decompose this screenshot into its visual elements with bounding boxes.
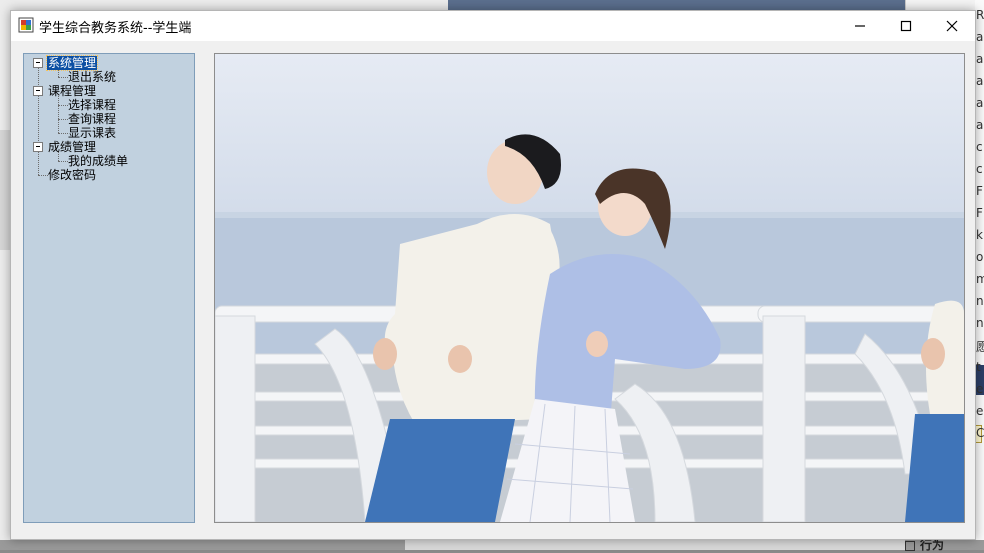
tree-item-exit-system[interactable]: 退出系统 bbox=[67, 70, 117, 84]
tree-item-select-course[interactable]: 选择课程 bbox=[67, 98, 117, 112]
background-letter: F bbox=[976, 206, 983, 220]
photo-picture-box bbox=[214, 53, 965, 523]
background-letter: R bbox=[976, 8, 984, 22]
navigation-tree[interactable]: 系统管理 退出系统 课程管理 选择课程 查询课程 显示课表 成绩管理 我的成绩单… bbox=[23, 53, 195, 523]
tree-item-show-timetable[interactable]: 显示课表 bbox=[67, 126, 117, 140]
close-icon bbox=[946, 20, 958, 32]
background-letter: a bbox=[976, 118, 984, 132]
tree-item-query-course[interactable]: 查询课程 bbox=[67, 112, 117, 126]
background-letter: a bbox=[976, 74, 984, 88]
tree-item-my-transcript[interactable]: 我的成绩单 bbox=[67, 154, 129, 168]
maximize-button[interactable] bbox=[883, 11, 929, 41]
minimize-icon bbox=[855, 25, 865, 27]
background-letter: k bbox=[976, 228, 983, 242]
background-bottom-panel bbox=[405, 540, 905, 550]
background-letter: c bbox=[976, 140, 983, 154]
maximize-icon bbox=[900, 20, 912, 32]
couple-photo-image bbox=[215, 54, 964, 522]
tree-item-system-management[interactable]: 系统管理 bbox=[45, 55, 99, 71]
background-letter: t bbox=[976, 360, 981, 374]
background-letter: o bbox=[976, 250, 984, 264]
app-icon bbox=[18, 17, 34, 33]
background-letter: F bbox=[976, 184, 983, 198]
background-letter: a bbox=[976, 96, 984, 110]
tree-item-grade-management[interactable]: 成绩管理 bbox=[47, 140, 97, 154]
main-window: 学生综合教务系统--学生端 系统管理 退出系统 课程管理 选择课程 查询课程 显… bbox=[10, 10, 976, 540]
close-button[interactable] bbox=[929, 11, 975, 41]
title-bar[interactable]: 学生综合教务系统--学生端 bbox=[11, 11, 975, 41]
window-title: 学生综合教务系统--学生端 bbox=[39, 21, 192, 36]
expander-minus-icon[interactable] bbox=[33, 142, 43, 152]
expander-minus-icon[interactable] bbox=[33, 58, 43, 68]
expander-minus-icon[interactable] bbox=[33, 86, 43, 96]
background-letter: n bbox=[976, 316, 984, 330]
background-letter: e bbox=[976, 382, 984, 396]
tree-item-course-management[interactable]: 课程管理 bbox=[47, 84, 97, 98]
background-letter: m bbox=[976, 272, 984, 286]
background-letter: a bbox=[976, 52, 984, 66]
background-letter: n bbox=[976, 294, 984, 308]
tree-item-change-password[interactable]: 修改密码 bbox=[47, 168, 97, 182]
minimize-button[interactable] bbox=[837, 11, 883, 41]
background-letter: a bbox=[976, 30, 984, 44]
background-letter: c bbox=[976, 162, 983, 176]
background-letter: e bbox=[976, 404, 984, 418]
background-letter: C bbox=[976, 426, 984, 440]
background-letter: 愿 bbox=[976, 340, 984, 354]
